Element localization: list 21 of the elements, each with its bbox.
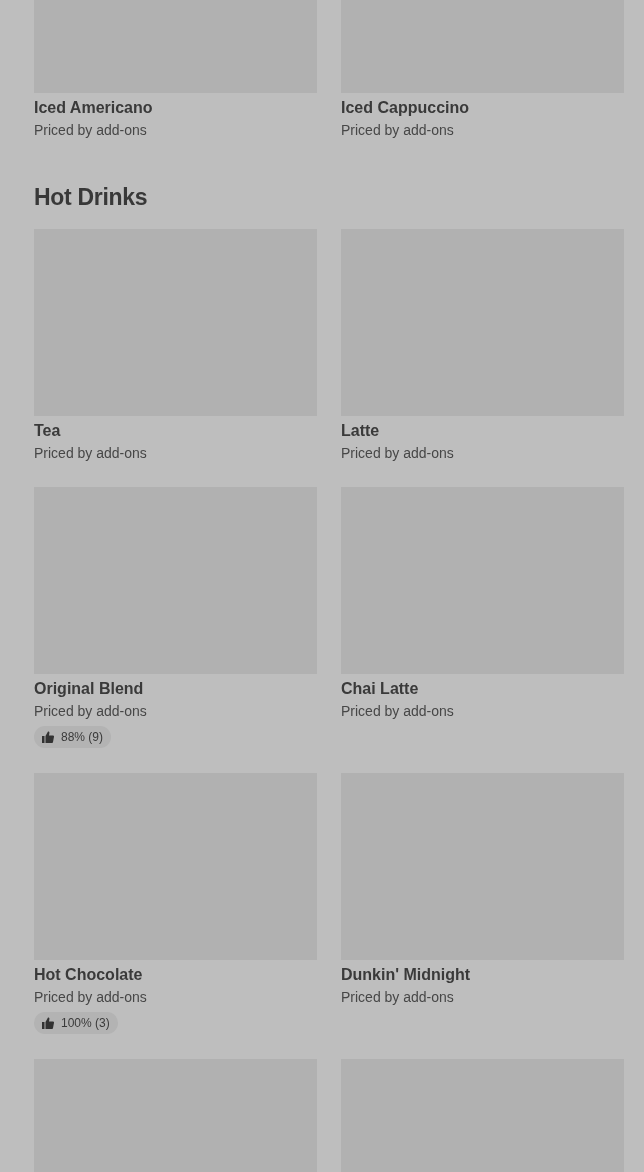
- section-heading: Hot Drinks: [34, 183, 149, 211]
- price-note: Priced by add-ons: [34, 988, 147, 1006]
- product-title: Hot Chocolate: [34, 966, 143, 984]
- price-note: Priced by add-ons: [341, 702, 454, 720]
- price-note: Priced by add-ons: [34, 121, 147, 139]
- rating-text: 88% (9): [61, 730, 104, 744]
- rating-text: 100% (3): [61, 1016, 110, 1030]
- product-title: Iced Cappuccino: [341, 99, 470, 117]
- price-note: Priced by add-ons: [341, 121, 454, 139]
- product-title: Chai Latte: [341, 680, 419, 698]
- product-title: Original Blend: [34, 680, 144, 698]
- thumbs-up-icon: [42, 731, 54, 743]
- price-note: Priced by add-ons: [341, 988, 454, 1006]
- price-note: Priced by add-ons: [34, 444, 147, 462]
- product-title: Latte: [341, 422, 380, 440]
- thumbs-up-icon: [42, 1017, 54, 1029]
- price-note: Priced by add-ons: [34, 702, 147, 720]
- price-note: Priced by add-ons: [341, 444, 454, 462]
- product-title: Dunkin' Midnight: [341, 966, 471, 984]
- product-title: Tea: [34, 422, 61, 440]
- product-title: Iced Americano: [34, 99, 153, 117]
